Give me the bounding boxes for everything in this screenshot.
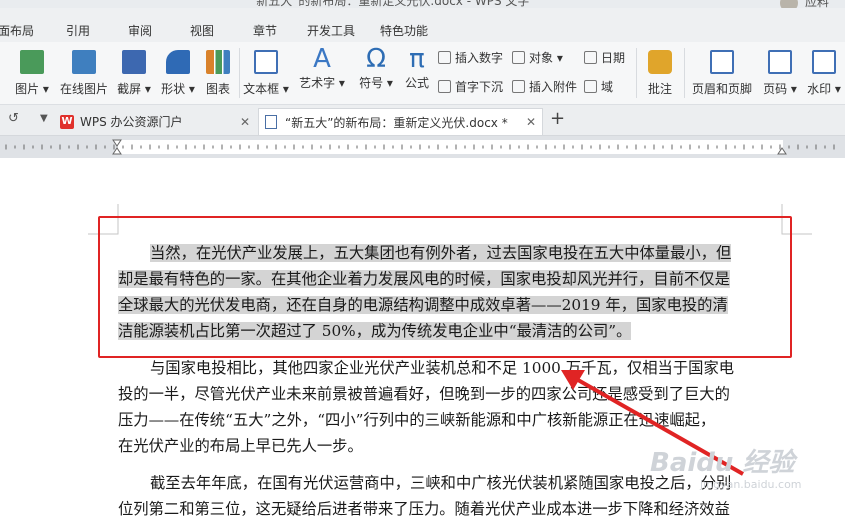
wordart-button[interactable]: A 艺术字 ▾ <box>298 44 346 91</box>
textbox-button[interactable]: 文本框 ▾ <box>243 50 289 97</box>
menu-review[interactable]: 审阅 <box>128 22 152 39</box>
menu-developer[interactable]: 开发工具 <box>307 22 355 39</box>
watermark-url: jingyan.baidu.com <box>700 478 802 491</box>
insert-number-icon <box>438 51 451 64</box>
watermark-icon <box>812 50 836 74</box>
shapes-button[interactable]: 形状 ▾ <box>158 50 198 97</box>
picture-button[interactable]: 图片 ▾ <box>12 50 52 97</box>
menu-references[interactable]: 引用 <box>66 22 90 39</box>
tab-document[interactable]: “新五大”的新布局：重新定义光伏.docx * ✕ <box>258 108 543 135</box>
menu-page-layout[interactable]: 面布局 <box>0 22 34 39</box>
page-number-button[interactable]: 页码 ▾ <box>760 50 800 97</box>
title-bar: “新五大”的新布局：重新定义光伏.docx - WPS 文字 应料 <box>0 0 845 8</box>
tab-wps-portal[interactable]: W WPS 办公资源门户 ✕ <box>60 108 256 135</box>
picture-icon <box>20 50 44 74</box>
avatar[interactable] <box>780 0 798 8</box>
symbol-button[interactable]: Ω 符号 ▾ <box>358 44 394 91</box>
attachment-button[interactable]: 插入附件 <box>512 78 577 95</box>
omega-icon: Ω <box>366 44 386 74</box>
menu-bar: 面布局 引用 审阅 视图 章节 开发工具 特色功能 <box>0 8 845 42</box>
formula-button[interactable]: π 公式 <box>401 44 433 91</box>
window-title: “新五大”的新布局：重新定义光伏.docx - WPS 文字 <box>250 0 530 8</box>
tab-list-dropdown-icon[interactable]: ▼ <box>40 113 48 124</box>
ruler[interactable] <box>0 136 845 158</box>
object-button[interactable]: 对象 ▾ <box>512 49 563 66</box>
shapes-icon <box>166 50 190 74</box>
pi-icon: π <box>409 44 425 74</box>
drop-cap-icon <box>438 80 451 93</box>
online-picture-button[interactable]: 在线图片 <box>58 50 110 97</box>
comment-button[interactable]: 批注 <box>644 50 676 97</box>
date-button[interactable]: 日期 <box>584 49 625 66</box>
watermark-logo: Baidu 经验 <box>650 448 795 478</box>
ribbon-divider <box>636 48 637 98</box>
annotation-box <box>98 216 792 358</box>
ruler-ticks <box>5 139 835 155</box>
field-button[interactable]: 域 <box>584 78 613 95</box>
text-line: 位列第二和第三位，这无疑给后进者带来了压力。随着光伏产业成本进一步下降和经济效益 <box>118 500 730 518</box>
comment-icon <box>648 50 672 74</box>
online-picture-icon <box>72 50 96 74</box>
wps-logo-icon: W <box>60 114 74 129</box>
watermark-button[interactable]: 水印 ▾ <box>804 50 844 97</box>
object-icon <box>512 51 525 64</box>
page-number-icon <box>768 50 792 74</box>
header-footer-icon <box>710 50 734 74</box>
drop-cap-button[interactable]: 首字下沉 <box>438 78 503 95</box>
textbox-icon <box>254 50 278 74</box>
tab-bar: ↺ ▼ W WPS 办公资源门户 ✕ “新五大”的新布局：重新定义光伏.docx… <box>0 105 845 136</box>
header-footer-button[interactable]: 页眉和页脚 <box>690 50 754 97</box>
menu-chapter[interactable]: 章节 <box>253 22 277 39</box>
insert-number-button[interactable]: 插入数字 <box>438 49 503 66</box>
screenshot-button[interactable]: 截屏 ▾ <box>114 50 154 97</box>
field-icon <box>584 80 597 93</box>
attachment-icon <box>512 80 525 93</box>
document-icon <box>265 115 277 129</box>
close-icon[interactable]: ✕ <box>526 115 536 129</box>
menu-special[interactable]: 特色功能 <box>380 22 428 39</box>
close-icon[interactable]: ✕ <box>240 115 250 129</box>
new-tab-button[interactable]: + <box>550 108 565 129</box>
wordart-icon: A <box>313 44 331 74</box>
date-icon <box>584 51 597 64</box>
right-indent-marker <box>777 147 787 155</box>
menu-view[interactable]: 视图 <box>190 22 214 39</box>
user-name[interactable]: 应料 <box>805 0 829 8</box>
chart-icon <box>206 50 230 74</box>
chart-button[interactable]: 图表 <box>202 50 234 97</box>
ribbon-divider <box>239 48 240 98</box>
screenshot-icon <box>122 50 146 74</box>
ribbon-divider <box>684 48 685 98</box>
nav-back-icon[interactable]: ↺ <box>8 111 19 126</box>
